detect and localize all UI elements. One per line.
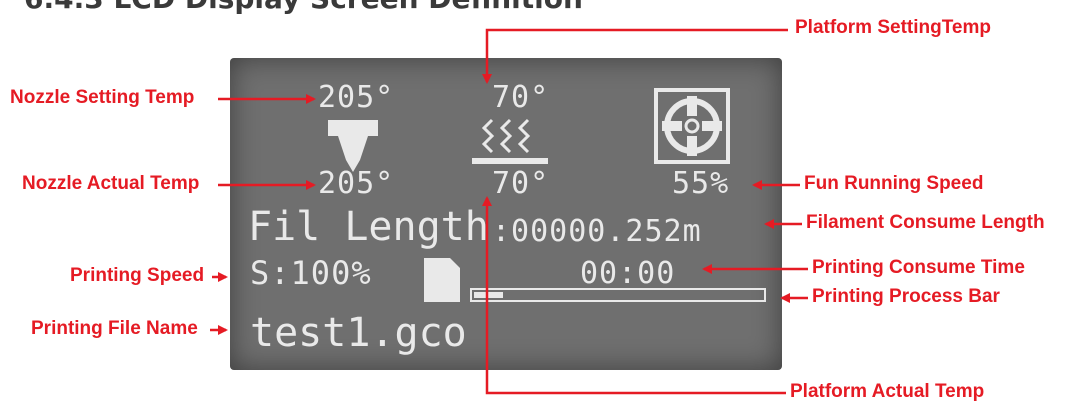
arrow-platform-setting (482, 28, 788, 84)
label-nozzle-setting-temp: Nozzle Setting Temp (10, 87, 195, 108)
label-platform-setting-temp: Platform SettingTemp (795, 17, 991, 38)
label-printing-file-name: Printing File Name (31, 318, 198, 339)
label-fan-running-speed: Fun Running Speed (804, 173, 984, 194)
label-printing-consume-time: Printing Consume Time (812, 257, 1025, 278)
label-printing-speed: Printing Speed (70, 265, 205, 286)
annotation-arrows (210, 28, 808, 395)
label-printing-process-bar: Printing Process Bar (812, 286, 1000, 307)
arrow-platform-actual (482, 196, 786, 395)
label-nozzle-actual-temp: Nozzle Actual Temp (22, 173, 200, 194)
label-platform-actual-temp: Platform Actual Temp (790, 381, 985, 402)
label-filament-consume-length: Filament Consume Length (806, 212, 1045, 233)
